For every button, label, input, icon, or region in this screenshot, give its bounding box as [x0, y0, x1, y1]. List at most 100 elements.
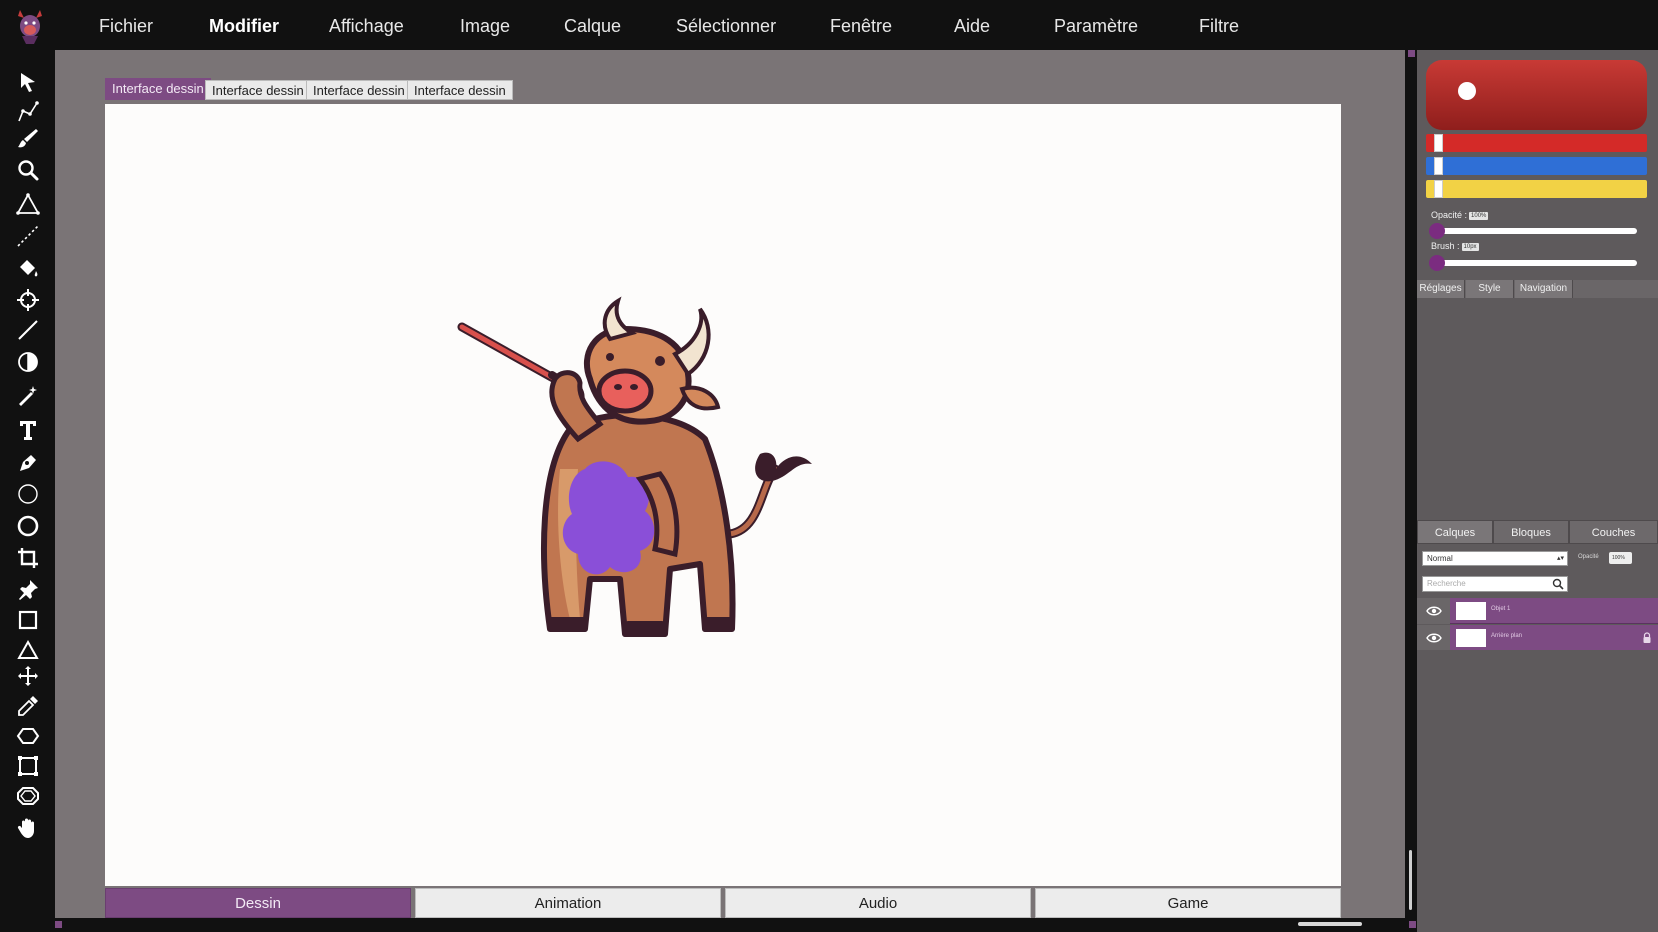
- select-arrows-icon: ▴▾: [1556, 555, 1564, 562]
- brush-size-slider-knob[interactable]: [1429, 255, 1445, 271]
- rectangle-icon[interactable]: [14, 606, 42, 634]
- menu-fichier[interactable]: Fichier: [99, 16, 153, 37]
- layer-thumbnail: [1456, 629, 1486, 647]
- select-arrow-icon[interactable]: [14, 68, 42, 96]
- red-channel-handle[interactable]: [1434, 134, 1443, 152]
- layer-opacity-input[interactable]: 100%: [1609, 552, 1632, 564]
- dashed-line-icon[interactable]: [14, 222, 42, 250]
- brush-icon[interactable]: [14, 124, 42, 152]
- zoom-icon[interactable]: [14, 156, 42, 184]
- blue-channel-slider[interactable]: [1426, 157, 1647, 175]
- document-tab-4[interactable]: Interface dessin: [407, 80, 513, 100]
- pin-icon[interactable]: [14, 576, 42, 604]
- tool-bar: [0, 50, 55, 932]
- menu-affichage[interactable]: Affichage: [329, 16, 404, 37]
- document-tab-3[interactable]: Interface dessin: [306, 80, 412, 100]
- layer-thumbnail: [1456, 602, 1486, 620]
- document-tab-1[interactable]: Interface dessin: [105, 78, 211, 100]
- layer-search-placeholder: Recherche: [1427, 579, 1466, 588]
- layer-visibility-toggle[interactable]: [1417, 598, 1450, 624]
- brush-size-value[interactable]: 10px: [1461, 242, 1479, 251]
- layers-list-empty-area: [1417, 650, 1658, 932]
- tab-dessin[interactable]: Dessin: [105, 888, 411, 918]
- opacity-label-text: Opacité :: [1431, 210, 1468, 220]
- mode-tab-bar: Dessin Animation Audio Game: [105, 888, 1341, 918]
- blue-channel-handle[interactable]: [1434, 157, 1443, 175]
- layer-name[interactable]: Objet 1: [1491, 606, 1510, 612]
- opacity-slider[interactable]: [1429, 223, 1637, 239]
- line-icon[interactable]: [14, 316, 42, 344]
- brush-size-slider[interactable]: [1429, 255, 1637, 271]
- hexagon-icon[interactable]: [14, 722, 42, 750]
- paint-bucket-icon[interactable]: [14, 254, 42, 282]
- scroll-corner-mark: [1408, 50, 1415, 57]
- right-panel: Opacité :100% Brush :10px Réglages Style…: [1417, 50, 1658, 932]
- magic-wand-icon[interactable]: [14, 382, 42, 410]
- tab-navigation[interactable]: Navigation: [1515, 280, 1573, 298]
- drawing-canvas[interactable]: [105, 104, 1341, 886]
- scroll-corner-mark: [1409, 921, 1416, 928]
- tab-style[interactable]: Style: [1466, 280, 1514, 298]
- blend-mode-value: Normal: [1427, 554, 1453, 563]
- layer-row[interactable]: Objet 1: [1417, 598, 1658, 624]
- blend-mode-select[interactable]: Normal ▴▾: [1422, 551, 1568, 566]
- vertical-scroll-thumb[interactable]: [1409, 850, 1412, 910]
- contrast-icon[interactable]: [14, 348, 42, 376]
- ellipse-outline-icon[interactable]: [14, 480, 42, 508]
- menu-selectionner[interactable]: Sélectionner: [676, 16, 776, 37]
- tab-audio[interactable]: Audio: [725, 888, 1031, 918]
- tab-game[interactable]: Game: [1035, 888, 1341, 918]
- menu-calque[interactable]: Calque: [564, 16, 621, 37]
- octagon-icon[interactable]: [14, 782, 42, 810]
- color-preview[interactable]: [1426, 60, 1647, 130]
- path-select-icon[interactable]: [14, 98, 42, 126]
- crosshair-icon[interactable]: [14, 286, 42, 314]
- frame-icon[interactable]: [14, 752, 42, 780]
- pen-icon[interactable]: [14, 448, 42, 476]
- vertical-scrollbar[interactable]: [1405, 50, 1417, 918]
- triangle-icon[interactable]: [14, 636, 42, 664]
- layer-opacity-label: Opacité: [1578, 554, 1599, 560]
- horizontal-scroll-thumb[interactable]: [1298, 922, 1362, 926]
- settings-area: [1417, 298, 1658, 520]
- lock-icon[interactable]: [1642, 632, 1652, 644]
- panel-tab-bar: Réglages Style Navigation: [1417, 280, 1658, 298]
- tab-bloques[interactable]: Bloques: [1493, 520, 1569, 544]
- menu-parametre[interactable]: Paramètre: [1054, 16, 1138, 37]
- layer-row[interactable]: Arrière plan: [1417, 625, 1658, 651]
- layer-name[interactable]: Arrière plan: [1491, 633, 1522, 639]
- eyedropper-icon[interactable]: [14, 692, 42, 720]
- menu-aide[interactable]: Aide: [954, 16, 990, 37]
- opacity-value[interactable]: 100%: [1469, 211, 1489, 220]
- tab-animation[interactable]: Animation: [415, 888, 721, 918]
- red-channel-slider[interactable]: [1426, 134, 1647, 152]
- tab-calques[interactable]: Calques: [1417, 520, 1493, 544]
- yellow-channel-slider[interactable]: [1426, 180, 1647, 198]
- search-icon[interactable]: [1552, 578, 1564, 590]
- layer-search-input[interactable]: Recherche: [1422, 576, 1568, 592]
- polygon-icon[interactable]: [14, 190, 42, 218]
- menu-filtre[interactable]: Filtre: [1199, 16, 1239, 37]
- layer-visibility-toggle[interactable]: [1417, 625, 1450, 651]
- circle-icon[interactable]: [14, 512, 42, 540]
- opacity-slider-knob[interactable]: [1429, 223, 1445, 239]
- menu-modifier[interactable]: Modifier: [209, 16, 279, 37]
- menu-fenetre[interactable]: Fenêtre: [830, 16, 892, 37]
- text-icon[interactable]: [14, 416, 42, 444]
- crop-icon[interactable]: [14, 544, 42, 572]
- app-logo-icon: [12, 6, 48, 46]
- menu-bar: Fichier Modifier Affichage Image Calque …: [0, 0, 1658, 50]
- color-picker-dot[interactable]: [1458, 82, 1476, 100]
- hand-icon[interactable]: [14, 814, 42, 842]
- yellow-channel-handle[interactable]: [1434, 180, 1443, 198]
- tab-reglages[interactable]: Réglages: [1417, 280, 1465, 298]
- horizontal-scrollbar[interactable]: [55, 918, 1417, 932]
- scroll-corner-mark: [55, 921, 62, 928]
- brush-label-text: Brush :: [1431, 241, 1460, 251]
- layer-panel-tab-bar: Calques Bloques Couches: [1417, 520, 1658, 544]
- document-tab-2[interactable]: Interface dessin: [205, 80, 311, 100]
- menu-image[interactable]: Image: [460, 16, 510, 37]
- tab-couches[interactable]: Couches: [1569, 520, 1658, 544]
- move-icon[interactable]: [14, 662, 42, 690]
- opacity-label: Opacité :100%: [1431, 210, 1489, 220]
